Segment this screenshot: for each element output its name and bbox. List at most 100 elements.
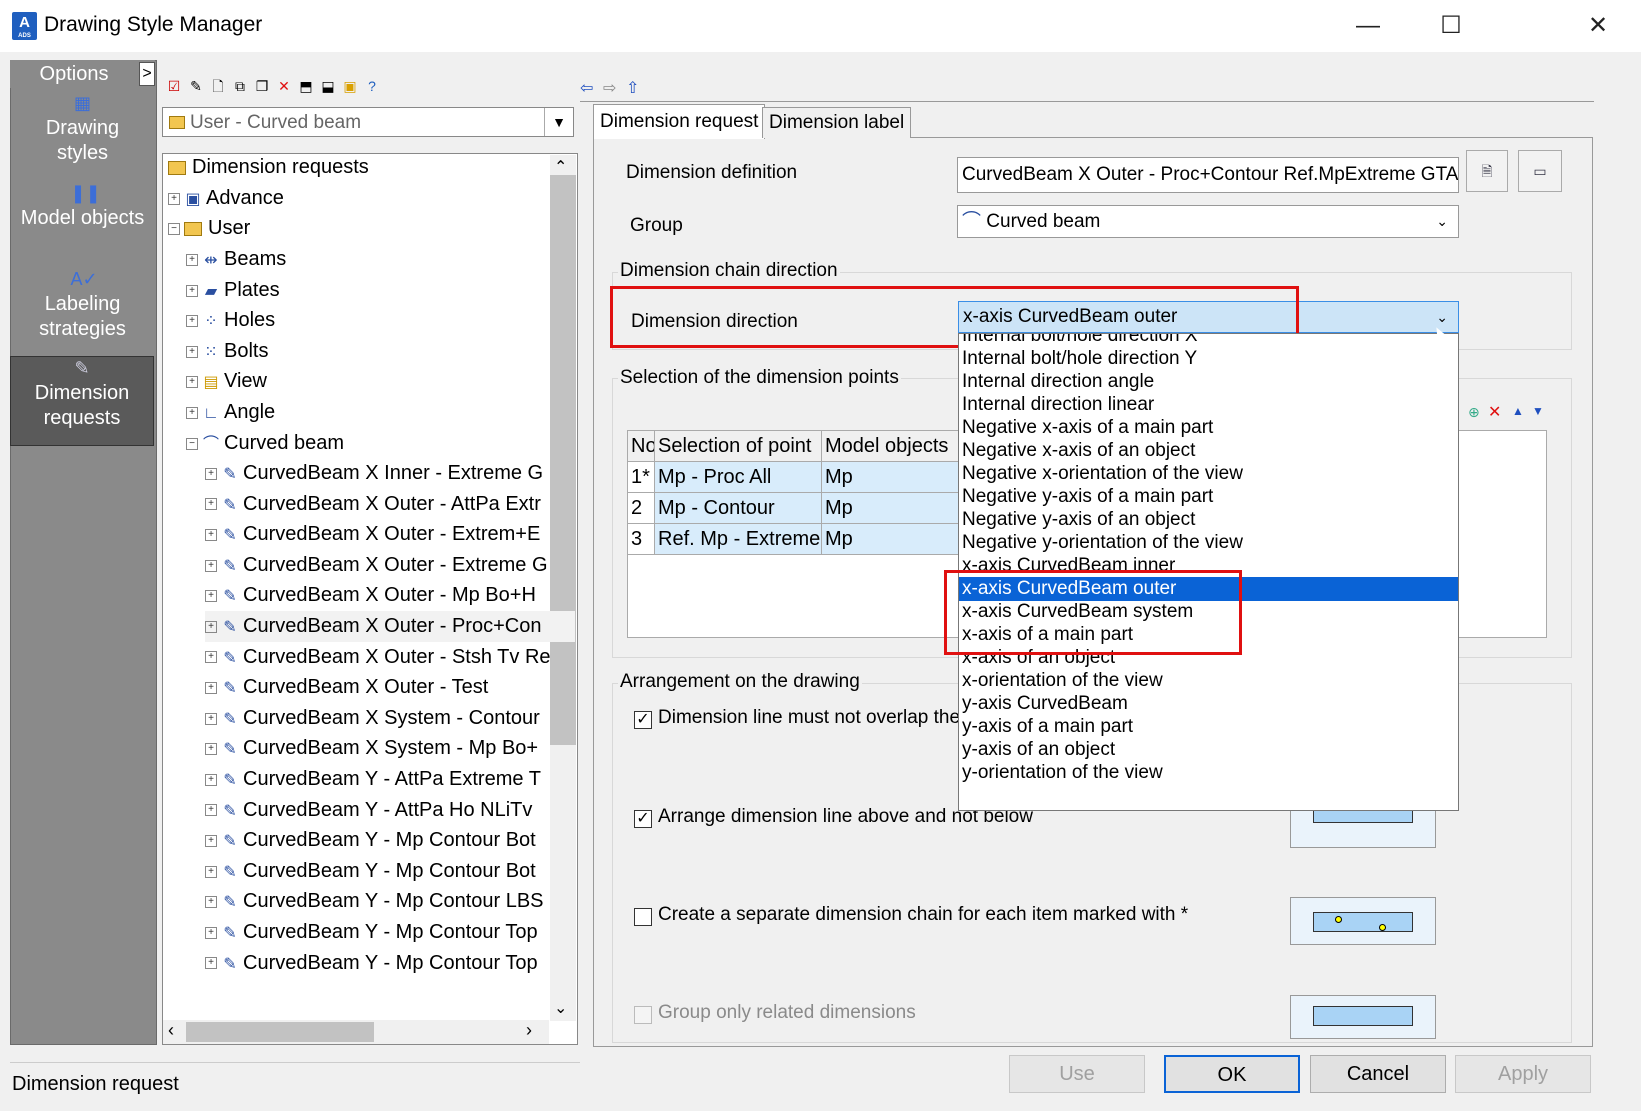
tree-item-dimension-request[interactable]: + ✎ CurvedBeam X Inner - Extreme G [205,458,575,489]
dropdown-option[interactable]: Negative y-axis of a main part [959,485,1458,509]
expand-icon[interactable]: + [205,926,217,939]
dropdown-option[interactable]: Negative x-orientation of the view [959,462,1458,486]
table-header-model-objects[interactable]: Model objects [822,431,962,462]
tree-item-dimension-request[interactable]: + ✎ CurvedBeam X Outer - Test [205,672,575,703]
apply-button[interactable]: Apply [1455,1055,1591,1093]
expand-icon[interactable]: + [186,406,198,419]
scroll-down-icon[interactable]: ⌄ [554,998,567,1018]
options-expand-button[interactable]: > [139,62,155,86]
tree-item-dimension-request[interactable]: + ✎ CurvedBeam Y - AttPa Ho NLiTv [205,795,575,826]
expand-icon[interactable]: + [186,314,198,327]
expand-icon[interactable]: + [205,865,217,878]
dropdown-option[interactable]: y-axis CurvedBeam [959,692,1458,716]
tree-node-angle[interactable]: + ∟ Angle [186,397,275,428]
maximize-button[interactable]: ☐ [1421,6,1481,46]
expand-icon[interactable]: + [205,834,217,847]
settings-icon[interactable]: ▣ [342,78,358,94]
ok-button[interactable]: OK [1164,1055,1300,1093]
collapse-icon[interactable]: − [168,222,180,235]
expand-icon[interactable]: + [205,743,217,756]
tree-node-user[interactable]: − User [168,213,250,244]
table-header-selection[interactable]: Selection of point [655,431,822,462]
options-item-dimension-requests[interactable]: ✎ Dimension requests [10,356,154,446]
tree-node-bolts[interactable]: + ⁙ Bolts [186,336,268,367]
tree-item-dimension-request[interactable]: + ✎ CurvedBeam X Outer - AttPa Extr [205,489,575,520]
above-checkbox[interactable]: ✓ [634,810,652,828]
tree-node-holes[interactable]: + ⁘ Holes [186,305,275,336]
back-arrow-icon[interactable]: ⇦ [580,78,593,98]
table-cell-no[interactable]: 1* [628,462,655,493]
dropdown-option[interactable]: Negative x-axis of an object [959,439,1458,463]
table-cell-model-objects[interactable]: Mp [822,524,962,555]
tree-item-dimension-request[interactable]: + ✎ CurvedBeam X Outer - Extrem+E [205,519,575,550]
expand-icon[interactable]: + [205,773,217,786]
group-select[interactable]: ⌒ Curved beam ⌄ [957,205,1459,238]
new-icon[interactable]: 🗋 [210,78,226,94]
table-cell-no[interactable]: 2 [628,493,655,524]
dropdown-option[interactable]: Internal direction linear [959,393,1458,417]
expand-icon[interactable]: + [186,345,198,358]
expand-icon[interactable]: + [205,957,217,970]
dropdown-option[interactable]: Internal direction angle [959,370,1458,394]
table-cell-selection[interactable]: Ref. Mp - Extreme [655,524,822,555]
help-icon[interactable]: ? [364,78,380,94]
expand-icon[interactable]: + [205,712,217,725]
table-header-no[interactable]: No [628,431,655,462]
overlap-checkbox[interactable]: ✓ [634,711,652,729]
delete-point-icon[interactable]: ✕ [1488,402,1501,422]
scroll-left-icon[interactable]: ‹ [168,1020,174,1041]
add-point-icon[interactable]: ⊕ [1468,404,1480,421]
tree-node-beams[interactable]: + ⇹ Beams [186,244,286,275]
expand-icon[interactable]: + [186,253,198,266]
dropdown-option[interactable]: Negative x-axis of a main part [959,416,1458,440]
tree-item-dimension-request[interactable]: + ✎ CurvedBeam Y - Mp Contour Top [205,948,575,979]
tree-item-dimension-request[interactable]: + ✎ CurvedBeam Y - AttPa Extreme T [205,764,575,795]
tree-item-dimension-request[interactable]: + ✎ CurvedBeam X Outer - Extreme G [205,550,575,581]
definition-options-button[interactable]: ▭ [1518,150,1562,192]
expand-icon[interactable]: + [205,590,217,603]
expand-icon[interactable]: + [205,467,217,480]
tree-item-dimension-request[interactable]: + ✎ CurvedBeam X Outer - Stsh Tv Re [205,642,575,673]
options-item-drawing-styles[interactable]: ▦ Drawing styles [10,92,155,172]
tree-item-dimension-request[interactable]: + ✎ CurvedBeam X System - Mp Bo+ [205,733,575,764]
scroll-up-icon[interactable]: ⌃ [554,157,567,177]
move-up-icon[interactable]: ▲ [1512,404,1524,418]
dropdown-option[interactable]: Negative y-orientation of the view [959,531,1458,555]
tree-node-curved-beam[interactable]: − ⌒ Curved beam [186,428,344,459]
export-icon[interactable]: ⬓ [320,78,336,94]
tree-item-dimension-request[interactable]: + ✎ CurvedBeam Y - Mp Contour LBS [205,886,575,917]
tree-item-dimension-request[interactable]: + ✎ CurvedBeam Y - Mp Contour Bot [205,856,575,887]
scroll-right-icon[interactable]: › [526,1020,532,1041]
table-cell-model-objects[interactable]: Mp [822,493,962,524]
style-selector[interactable]: User - Curved beam ▼ [162,107,574,137]
tree-hscroll-thumb[interactable] [186,1022,374,1042]
dropdown-option[interactable]: y-orientation of the view [959,761,1458,785]
tab-dimension-request[interactable]: Dimension request [593,104,766,139]
table-cell-selection[interactable]: Mp - Proc All [655,462,822,493]
group-related-checkbox[interactable] [634,1006,652,1024]
expand-icon[interactable]: + [168,192,180,205]
tree-node-plates[interactable]: + ▰ Plates [186,275,280,306]
chevron-down-icon[interactable]: ▼ [544,108,573,136]
tab-dimension-label[interactable]: Dimension label [762,107,912,138]
close-button[interactable]: ✕ [1568,6,1628,46]
check-icon[interactable]: ☑ [166,78,182,94]
delete-icon[interactable]: ✕ [276,78,292,94]
table-cell-selection[interactable]: Mp - Contour [655,493,822,524]
expand-icon[interactable]: + [205,896,217,909]
collapse-icon[interactable]: − [186,437,198,450]
options-item-labeling-strategies[interactable]: A✓ Labeling strategies [10,268,155,350]
tree-node-view[interactable]: + ▤ View [186,366,267,397]
dropdown-option[interactable]: Internal bolt/hole direction X [959,334,1458,348]
cancel-button[interactable]: Cancel [1310,1055,1446,1093]
tree-item-dimension-request[interactable]: + ✎ CurvedBeam X Outer - Proc+Con [205,611,575,642]
expand-icon[interactable]: + [205,498,217,511]
expand-icon[interactable]: + [205,651,217,664]
tree-item-dimension-request[interactable]: + ✎ CurvedBeam X Outer - Mp Bo+H [205,580,575,611]
expand-icon[interactable]: + [186,284,198,297]
duplicate-icon[interactable]: ❐ [254,78,270,94]
table-cell-model-objects[interactable]: Mp [822,462,962,493]
move-down-icon[interactable]: ▼ [1532,404,1544,418]
tree-root[interactable]: Dimension requests [168,152,369,183]
options-item-model-objects[interactable]: ❚❚ Model objects [10,182,155,250]
